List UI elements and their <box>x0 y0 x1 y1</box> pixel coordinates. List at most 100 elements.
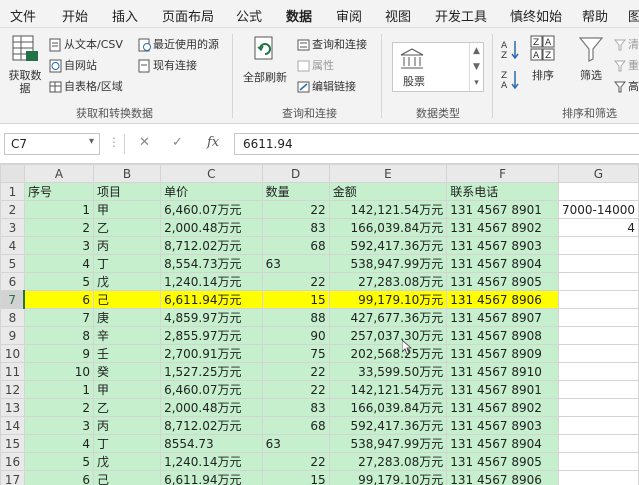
column-header-a[interactable]: A <box>23 164 94 183</box>
cell-d[interactable]: 63 <box>261 254 330 273</box>
cell-d[interactable]: 22 <box>261 272 330 291</box>
cell-f[interactable]: 131 4567 8905 <box>446 452 559 471</box>
cell-e[interactable]: 33,599.50万元 <box>328 362 448 381</box>
cell-d[interactable]: 22 <box>261 380 330 399</box>
cell-e[interactable]: 257,037.30万元 <box>328 326 448 345</box>
cell-b[interactable]: 己 <box>92 470 162 485</box>
column-header-c[interactable]: C <box>160 164 263 183</box>
existing-connections-button[interactable]: 现有连接 <box>138 57 197 73</box>
cell-d[interactable]: 15 <box>261 290 330 309</box>
recent-sources-button[interactable]: 最近使用的源 <box>138 36 219 52</box>
cell-e[interactable]: 142,121.54万元 <box>328 200 448 219</box>
cell-g[interactable] <box>557 272 639 291</box>
cell-b[interactable]: 辛 <box>92 326 162 345</box>
sort-ascending-button[interactable]: AZ <box>500 38 522 63</box>
cell-a[interactable]: 10 <box>23 362 94 381</box>
cell-e[interactable]: 166,039.84万元 <box>328 218 448 237</box>
cell-g[interactable] <box>557 326 639 345</box>
cell-e[interactable]: 592,417.36万元 <box>328 236 448 255</box>
cell-c[interactable]: 1,527.25万元 <box>160 362 263 381</box>
cell-a[interactable]: 3 <box>23 416 94 435</box>
more-options-icon[interactable]: ⋮ <box>108 135 120 149</box>
row-header[interactable]: 13 <box>0 398 25 417</box>
queries-connections-button[interactable]: 查询和连接 <box>297 36 367 52</box>
cell-g[interactable] <box>557 434 639 453</box>
clear-filter-button[interactable]: 清 <box>614 36 639 52</box>
column-header-d[interactable]: D <box>261 164 330 183</box>
cell-g[interactable] <box>557 344 639 363</box>
cell-f[interactable]: 131 4567 8901 <box>446 200 559 219</box>
cell-f[interactable]: 131 4567 8906 <box>446 290 559 309</box>
tab-help[interactable]: 帮助 <box>582 6 608 25</box>
cell-g[interactable] <box>557 362 639 381</box>
cell-f[interactable]: 131 4567 8905 <box>446 272 559 291</box>
cell-b[interactable]: 己 <box>92 290 162 309</box>
cell-c[interactable]: 2,000.48万元 <box>160 218 263 237</box>
row-header[interactable]: 15 <box>0 434 25 453</box>
cell-b[interactable]: 戊 <box>92 272 162 291</box>
cell-c[interactable]: 6,611.94万元 <box>160 470 263 485</box>
cell-d[interactable]: 数量 <box>261 182 330 201</box>
row-header[interactable]: 1 <box>0 182 25 201</box>
cell-f[interactable]: 131 4567 8909 <box>446 344 559 363</box>
from-table-button[interactable]: 自表格/区域 <box>49 78 123 94</box>
cell-d[interactable]: 83 <box>261 218 330 237</box>
chevron-down-icon[interactable]: ▾ <box>89 136 94 147</box>
tab-view[interactable]: 视图 <box>385 6 411 25</box>
cell-c[interactable]: 6,611.94万元 <box>160 290 263 309</box>
row-header[interactable]: 9 <box>0 326 25 345</box>
cell-b[interactable]: 丁 <box>92 434 162 453</box>
tab-custom[interactable]: 慎终如始 <box>510 6 562 25</box>
cell-a[interactable]: 6 <box>23 470 94 485</box>
cell-a[interactable]: 1 <box>23 380 94 399</box>
cell-g[interactable] <box>557 308 639 327</box>
cell-b[interactable]: 庚 <box>92 308 162 327</box>
cell-a[interactable]: 2 <box>23 398 94 417</box>
tab-home[interactable]: 开始 <box>62 6 88 25</box>
cell-c[interactable]: 2,000.48万元 <box>160 398 263 417</box>
cell-g[interactable]: 7000-14000 <box>557 200 639 219</box>
cell-a[interactable]: 6 <box>23 290 94 309</box>
cell-g[interactable] <box>557 380 639 399</box>
cancel-icon[interactable]: ✕ <box>139 135 150 150</box>
cell-c[interactable]: 8,712.02万元 <box>160 416 263 435</box>
column-header-g[interactable]: G <box>557 164 639 183</box>
row-header[interactable]: 16 <box>0 452 25 471</box>
row-header[interactable]: 3 <box>0 218 25 237</box>
cell-d[interactable]: 88 <box>261 308 330 327</box>
cell-e[interactable]: 202,568.25万元 <box>328 344 448 363</box>
reapply-filter-button[interactable]: 重 <box>614 57 639 73</box>
cell-c[interactable]: 2,855.97万元 <box>160 326 263 345</box>
cell-c[interactable]: 4,859.97万元 <box>160 308 263 327</box>
cell-a[interactable]: 7 <box>23 308 94 327</box>
cell-b[interactable]: 甲 <box>92 200 162 219</box>
cell-c[interactable]: 单价 <box>160 182 263 201</box>
cell-b[interactable]: 丙 <box>92 236 162 255</box>
cell-b[interactable]: 壬 <box>92 344 162 363</box>
cell-g[interactable] <box>557 182 639 201</box>
cell-b[interactable]: 项目 <box>92 182 162 201</box>
cell-g[interactable] <box>557 416 639 435</box>
cell-a[interactable]: 4 <box>23 434 94 453</box>
tab-review[interactable]: 审阅 <box>336 6 362 25</box>
cell-e[interactable]: 427,677.36万元 <box>328 308 448 327</box>
row-header[interactable]: 5 <box>0 254 25 273</box>
from-web-button[interactable]: 自网站 <box>49 57 97 73</box>
formula-input[interactable]: 6611.94 <box>234 133 639 155</box>
cell-g[interactable] <box>557 398 639 417</box>
cell-f[interactable]: 131 4567 8903 <box>446 236 559 255</box>
row-header[interactable]: 10 <box>0 344 25 363</box>
cell-e[interactable]: 538,947.99万元 <box>328 434 448 453</box>
column-header-f[interactable]: F <box>446 164 559 183</box>
cell-c[interactable]: 6,460.07万元 <box>160 380 263 399</box>
cell-g[interactable] <box>557 236 639 255</box>
refresh-all-button[interactable]: 全部刷新 <box>240 34 290 85</box>
cell-b[interactable]: 癸 <box>92 362 162 381</box>
cell-d[interactable]: 68 <box>261 236 330 255</box>
row-header[interactable]: 6 <box>0 272 25 291</box>
cell-e[interactable]: 166,039.84万元 <box>328 398 448 417</box>
row-header[interactable]: 12 <box>0 380 25 399</box>
cell-a[interactable]: 5 <box>23 272 94 291</box>
cell-b[interactable]: 戊 <box>92 452 162 471</box>
cell-c[interactable]: 6,460.07万元 <box>160 200 263 219</box>
